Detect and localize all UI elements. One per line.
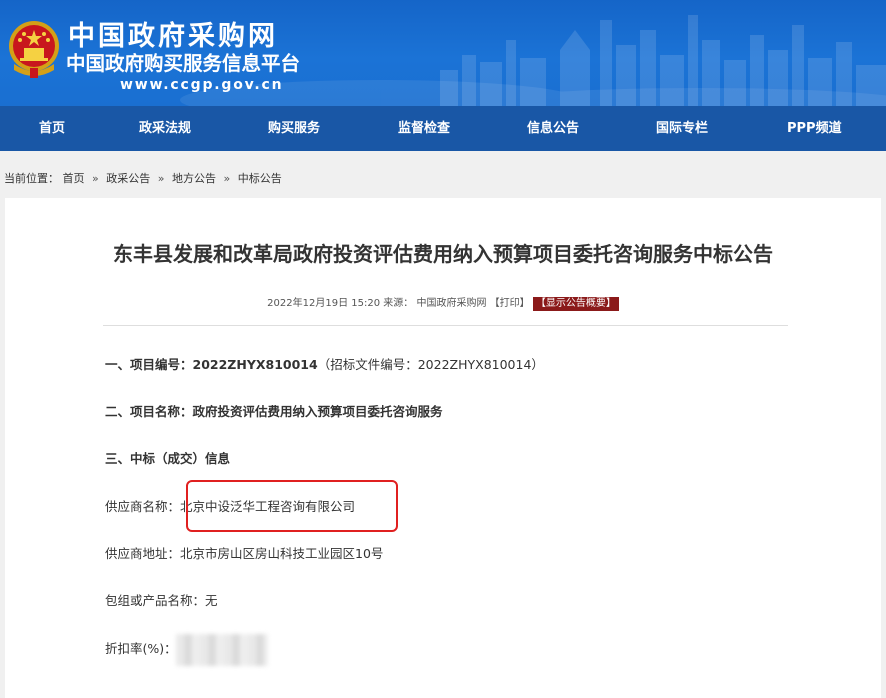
award-info-heading: 三、中标（成交）信息 — [105, 450, 230, 468]
project-name-value: 政府投资评估费用纳入预算项目委托咨询服务 — [192, 404, 443, 419]
content-card — [5, 198, 881, 698]
platform-name: 中国政府购买服务信息平台 — [66, 52, 301, 75]
package-line: 包组或产品名称：无 — [105, 592, 218, 610]
project-number-line: 一、项目编号：2022ZHYX810014（招标文件编号：2022ZHYX810… — [105, 356, 544, 374]
nav-item-announcements[interactable]: 信息公告 — [527, 106, 579, 151]
article-date: 2022年12月19日 15:20 — [267, 298, 381, 309]
article-meta: 2022年12月19日 15:20 来源： 中国政府采购网 【打印】 【显示公告… — [0, 296, 886, 312]
title-divider — [103, 325, 788, 326]
discount-line: 折扣率(%)： — [105, 640, 177, 658]
supplier-address-line: 供应商地址：北京市房山区房山科技工业园区10号 — [105, 545, 383, 563]
supplier-address-label: 供应商地址： — [105, 546, 181, 561]
nav-item-home[interactable]: 首页 — [39, 106, 65, 151]
main-nav: 首页 政采法规 购买服务 监督检查 信息公告 国际专栏 PPP频道 — [0, 106, 886, 151]
award-info-label: 三、中标（成交）信息 — [105, 451, 231, 466]
supplier-address-value: 北京市房山区房山科技工业园区10号 — [180, 546, 384, 561]
discount-label: 折扣率(%)： — [105, 641, 177, 656]
show-summary-button[interactable]: 【显示公告概要】 — [532, 297, 619, 311]
source-label: 来源： — [383, 298, 414, 309]
project-number-value: 2022ZHYX810014 — [192, 357, 318, 372]
national-emblem-icon — [9, 21, 59, 78]
breadcrumb: 当前位置： 首页 » 政采公告 » 地方公告 » 中标公告 — [4, 172, 282, 186]
nav-item-purchase-services[interactable]: 购买服务 — [268, 106, 320, 151]
site-url: www.ccgp.gov.cn — [120, 77, 284, 93]
nav-item-regulations[interactable]: 政采法规 — [139, 106, 191, 151]
project-number-label: 一、项目编号： — [105, 357, 193, 372]
project-name-line: 二、项目名称：政府投资评估费用纳入预算项目委托咨询服务 — [105, 403, 443, 421]
breadcrumb-separator: » — [223, 172, 231, 185]
print-link[interactable]: 【打印】 — [490, 298, 530, 309]
site-banner: 中国政府采购网 中国政府购买服务信息平台 www.ccgp.gov.cn — [0, 0, 886, 106]
breadcrumb-award-announcements[interactable]: 中标公告 — [238, 172, 282, 185]
package-label: 包组或产品名称： — [105, 593, 206, 608]
highlight-annotation — [186, 480, 398, 532]
nav-item-supervision[interactable]: 监督检查 — [398, 106, 450, 151]
supplier-name-label: 供应商名称： — [105, 499, 181, 514]
package-value: 无 — [205, 593, 218, 608]
project-name-label: 二、项目名称： — [105, 404, 193, 419]
site-name: 中国政府采购网 — [68, 21, 278, 52]
breadcrumb-label: 当前位置： — [4, 172, 59, 185]
tender-number-text: （招标文件编号：2022ZHYX810014） — [317, 357, 544, 372]
breadcrumb-separator: » — [157, 172, 165, 185]
nav-item-ppp[interactable]: PPP频道 — [787, 106, 842, 151]
breadcrumb-separator: » — [92, 172, 99, 185]
breadcrumb-gov-announcements[interactable]: 政采公告 — [106, 172, 150, 185]
nav-item-international[interactable]: 国际专栏 — [656, 106, 708, 151]
breadcrumb-home[interactable]: 首页 — [63, 172, 85, 185]
redacted-value — [176, 634, 268, 666]
article-source: 中国政府采购网 — [416, 298, 487, 309]
article-title: 东丰县发展和改革局政府投资评估费用纳入预算项目委托咨询服务中标公告 — [113, 242, 773, 266]
breadcrumb-local-announcements[interactable]: 地方公告 — [172, 172, 216, 185]
